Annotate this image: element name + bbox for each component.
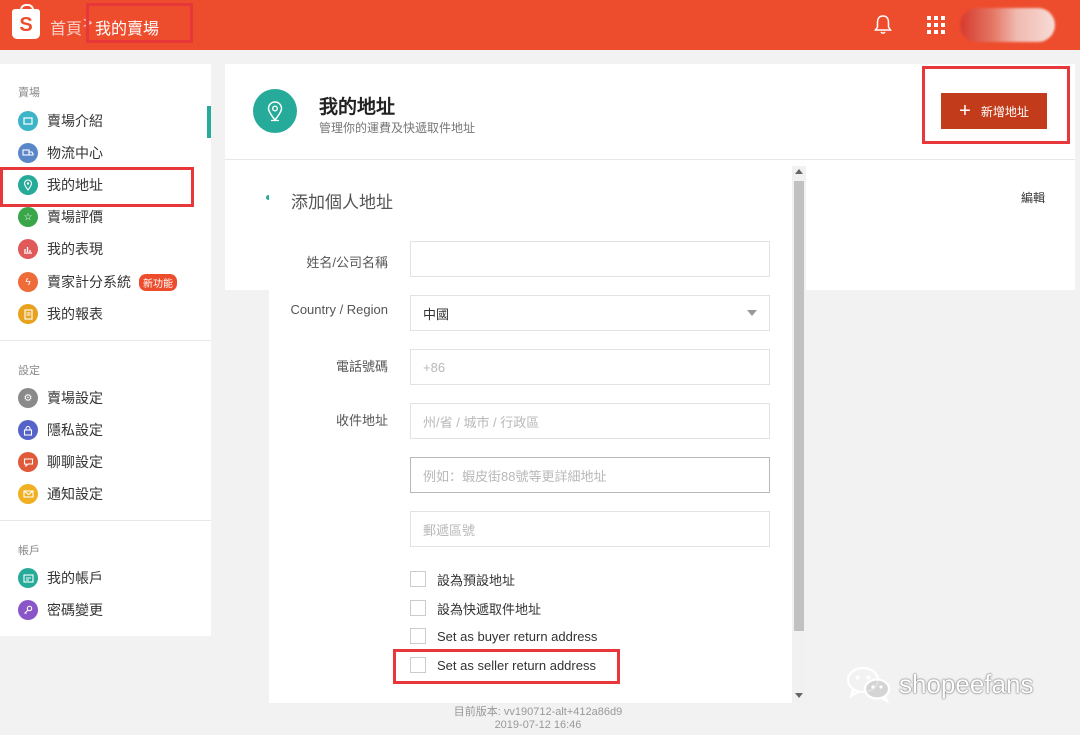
region-input[interactable]: 州/省 / 城市 / 行政區 <box>410 403 770 439</box>
page-title: 我的地址 <box>319 97 396 118</box>
truck-icon <box>18 143 38 163</box>
checkbox-label: Set as buyer return address <box>437 628 598 644</box>
breadcrumb-home[interactable]: 首頁 <box>50 15 82 39</box>
report-icon <box>18 304 38 324</box>
sidebar-item-store-rating[interactable]: ☆ 賣場評價 <box>18 203 208 231</box>
checkbox-label: 設為快遞取件地址 <box>437 601 542 617</box>
sidebar-item-label: 賣場評價 <box>47 209 103 225</box>
sidebar-item-label: 隱私設定 <box>47 422 103 438</box>
sidebar-item-label: 物流中心 <box>47 145 103 161</box>
name-input[interactable] <box>410 241 770 277</box>
store-icon <box>18 111 38 131</box>
version-date: 2019-07-12 16:46 <box>494 719 582 731</box>
checkbox-buyer-return[interactable]: Set as buyer return address <box>410 627 597 645</box>
checkbox[interactable] <box>410 600 426 616</box>
checkbox[interactable] <box>410 571 426 587</box>
checkbox-default-address[interactable]: 設為預設地址 <box>410 570 515 588</box>
sidebar-item-store-settings[interactable]: ⚙ 賣場設定 <box>18 384 208 412</box>
scroll-up-arrow-icon[interactable] <box>795 169 803 174</box>
edit-link[interactable]: 編輯 <box>1021 189 1045 206</box>
wechat-logo-icon <box>846 666 891 703</box>
add-address-dialog: 添加個人地址 姓名/公司名稱 Country / Region 中國 電話號碼 … <box>269 166 806 703</box>
sidebar-item-my-account[interactable]: 我的帳戶 <box>18 564 208 592</box>
country-select[interactable]: 中國 <box>410 295 770 331</box>
gear-icon: ⚙ <box>18 388 38 408</box>
sidebar-item-chat-settings[interactable]: 聊聊設定 <box>18 448 208 476</box>
sidebar-item-performance[interactable]: 我的表現 <box>18 235 208 263</box>
dropdown-arrow-icon <box>747 310 757 316</box>
sidebar-item-label: 聊聊設定 <box>47 454 103 470</box>
star-icon: ☆ <box>18 207 38 227</box>
notification-bell-icon[interactable] <box>873 14 893 36</box>
apps-grid-icon[interactable] <box>927 16 945 34</box>
chat-icon <box>18 452 38 472</box>
key-icon <box>18 600 38 620</box>
sidebar-section-account: 帳戶 <box>18 545 40 557</box>
sidebar-item-my-reports[interactable]: 我的報表 <box>18 300 208 328</box>
location-pin-icon <box>253 89 297 133</box>
sidebar-item-store-intro[interactable]: 賣場介紹 <box>18 107 208 135</box>
score-icon: ϟ <box>18 272 38 292</box>
country-value: 中國 <box>423 306 450 322</box>
dialog-scrollbar[interactable] <box>792 166 806 703</box>
sidebar-item-change-password[interactable]: 密碼變更 <box>18 596 208 624</box>
phone-label: 電話號碼 <box>335 359 388 374</box>
address-label: 收件地址 <box>335 413 388 428</box>
highlight-box-add-address <box>922 66 1070 144</box>
chart-icon <box>18 239 38 259</box>
sidebar-item-label: 我的報表 <box>47 306 103 322</box>
watermark: shopeefans <box>845 665 1033 703</box>
checkbox-pickup-address[interactable]: 設為快遞取件地址 <box>410 599 541 617</box>
lock-icon <box>18 420 38 440</box>
highlight-box-my-address <box>0 167 194 207</box>
highlight-box-breadcrumb <box>86 3 193 43</box>
sidebar-item-seller-score[interactable]: ϟ 賣家計分系統 新功能 <box>18 268 208 296</box>
sidebar-divider <box>0 340 211 341</box>
sidebar-section-settings: 設定 <box>18 365 40 377</box>
sidebar-item-privacy-settings[interactable]: 隱私設定 <box>18 416 208 444</box>
detail-address-input[interactable]: 例如：蝦皮街88號等更詳細地址 <box>410 457 770 493</box>
country-label: Country / Region <box>290 302 388 317</box>
sidebar-item-label: 密碼變更 <box>47 602 103 618</box>
sidebar-item-label: 賣家計分系統 <box>47 274 131 290</box>
scroll-thumb[interactable] <box>794 181 804 631</box>
sidebar-item-label: 我的帳戶 <box>47 570 103 586</box>
notification-icon <box>18 484 38 504</box>
account-icon <box>18 568 38 588</box>
sidebar-item-logistics[interactable]: 物流中心 <box>18 139 208 167</box>
page-subtitle: 管理你的運費及快遞取件地址 <box>319 121 476 135</box>
zip-code-input[interactable]: 郵遞區號 <box>410 511 770 547</box>
sidebar-item-label: 賣場設定 <box>47 390 103 406</box>
dialog-title: 添加個人地址 <box>291 193 393 212</box>
sidebar-divider <box>0 520 211 521</box>
panel-divider <box>225 159 1075 160</box>
name-label: 姓名/公司名稱 <box>306 255 388 270</box>
version-line: 目前版本: vv190712-alt+412a86d9 <box>453 706 623 718</box>
version-info: 目前版本: vv190712-alt+412a86d9 2019-07-12 1… <box>400 706 676 732</box>
checkbox-label: 設為預設地址 <box>437 572 516 588</box>
sidebar-item-label: 通知設定 <box>47 486 103 502</box>
shopee-logo[interactable]: S <box>12 4 40 39</box>
new-feature-badge: 新功能 <box>139 273 177 291</box>
sidebar-item-notification-settings[interactable]: 通知設定 <box>18 480 208 508</box>
highlight-box-seller-return <box>393 649 620 684</box>
close-icon[interactable]: ✕ <box>820 163 836 179</box>
sidebar-item-label: 賣場介紹 <box>47 113 103 129</box>
scroll-down-arrow-icon[interactable] <box>795 693 803 698</box>
sidebar-item-label: 我的表現 <box>47 241 103 257</box>
sidebar-section-store: 賣場 <box>18 87 40 99</box>
user-avatar[interactable] <box>960 8 1055 42</box>
watermark-text: shopeefans <box>899 668 1034 699</box>
checkbox[interactable] <box>410 628 426 644</box>
phone-input[interactable]: +86 <box>410 349 770 385</box>
